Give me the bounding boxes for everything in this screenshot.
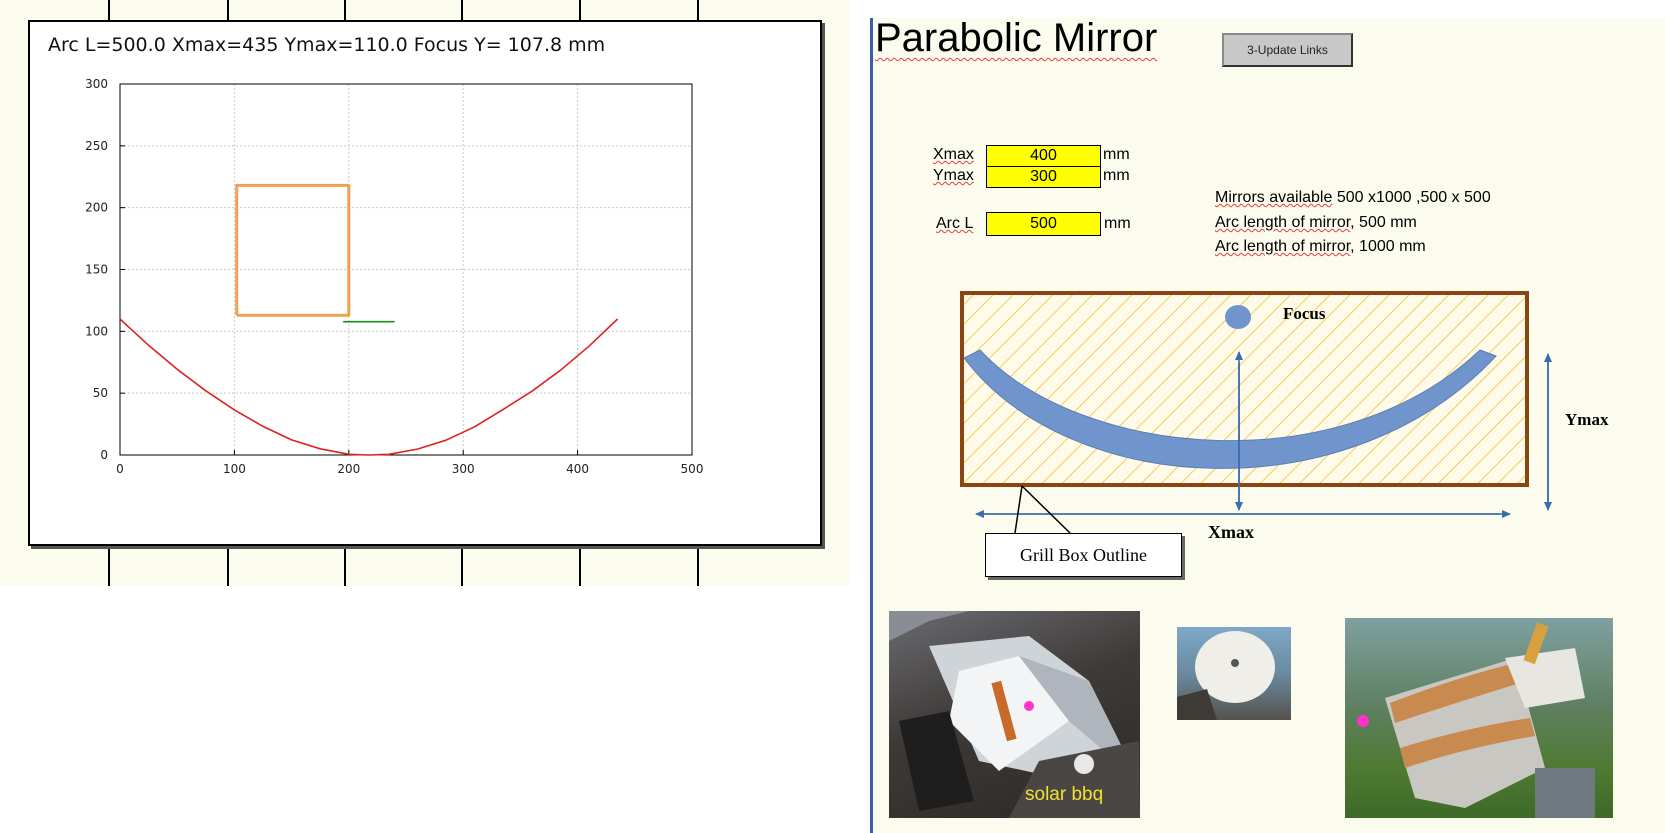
x-tick-label: 0 — [116, 462, 124, 476]
ymax-diagram-label: Ymax — [1565, 410, 1609, 429]
focus-label: Focus — [1283, 304, 1326, 323]
note-text: , 500 mm — [1350, 214, 1417, 231]
page-title: Parabolic Mirror — [875, 16, 1158, 60]
ymax-label: Ymax — [933, 167, 974, 184]
note-text: 500 x1000 ,500 x 500 — [1332, 189, 1491, 206]
y-tick-label: 150 — [85, 263, 108, 277]
arc-length-label: Arc L — [936, 215, 974, 232]
xmax-diagram-label: Xmax — [1208, 522, 1254, 542]
series-line-2 — [235, 183, 351, 317]
y-tick-label: 250 — [85, 139, 108, 153]
mirrors-available-note: Mirrors available 500 x1000 ,500 x 500 — [1215, 189, 1491, 207]
x-tick-label: 100 — [223, 462, 246, 476]
note-text: Mirrors available — [1215, 189, 1333, 206]
photo-caption: solar bbq — [1025, 784, 1104, 805]
arc-length-500-note: Arc length of mirror, 500 mm — [1215, 214, 1417, 232]
note-text: Arc length of mirror — [1215, 238, 1351, 255]
note-text: , 1000 mm — [1350, 238, 1426, 255]
x-tick-label: 400 — [566, 462, 589, 476]
solar-bbq-photo: solar bbq — [889, 611, 1140, 818]
x-tick-label: 500 — [681, 462, 704, 476]
update-links-button[interactable]: 3-Update Links — [1222, 33, 1353, 67]
grill-box-callout: Grill Box Outline — [985, 533, 1182, 577]
note-text: Arc length of mirror — [1215, 214, 1351, 231]
grill-prototype-illustration — [1357, 622, 1595, 818]
arc-length-unit: mm — [1104, 215, 1131, 232]
mirror-disc-illustration — [1177, 631, 1275, 720]
x-tick-label: 300 — [452, 462, 475, 476]
y-tick-label: 200 — [85, 201, 108, 215]
x-tick-label: 200 — [337, 462, 360, 476]
y-tick-label: 100 — [85, 324, 108, 338]
y-tick-label: 300 — [85, 77, 108, 91]
xmax-label: Xmax — [933, 146, 974, 163]
xmax-unit: mm — [1103, 146, 1130, 163]
arc-length-input[interactable] — [986, 212, 1101, 236]
parabola-chart: 0 100 200 300 400 500 0 50 100 150 200 250 300 — [85, 77, 704, 476]
ymax-input[interactable] — [986, 166, 1101, 188]
series-line-0 — [119, 318, 619, 456]
arc-length-1000-note: Arc length of mirror, 1000 mm — [1215, 238, 1426, 256]
mirror-disc-photo — [1177, 627, 1291, 720]
y-tick-label: 0 — [100, 448, 108, 462]
sheet-divider — [870, 18, 873, 833]
callout-leader — [1014, 485, 1071, 534]
y-tick-label: 50 — [93, 386, 108, 400]
ymax-unit: mm — [1103, 167, 1130, 184]
xmax-input[interactable] — [986, 145, 1101, 167]
focus-point — [1225, 305, 1251, 329]
grill-prototype-photo — [1345, 618, 1613, 818]
